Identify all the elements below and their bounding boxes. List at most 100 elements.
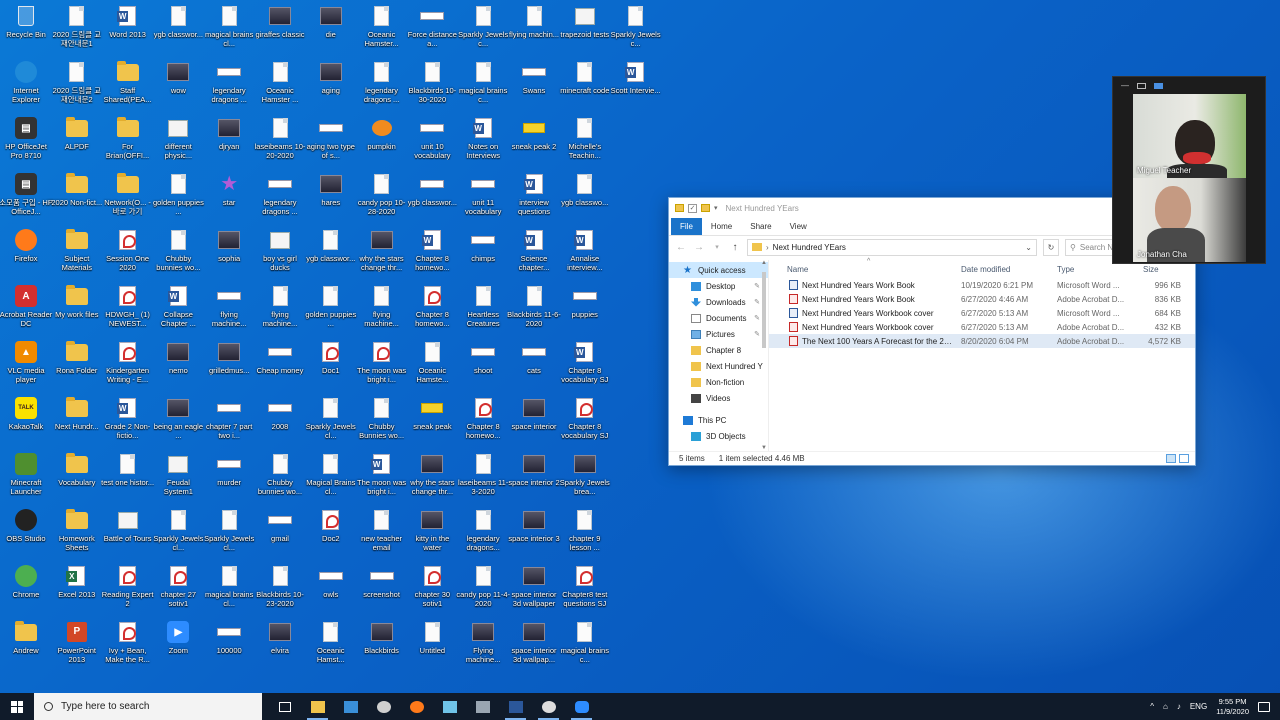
desktop-icon[interactable]: Chapter8 test questions SJ bbox=[559, 564, 611, 618]
column-size[interactable]: Size bbox=[1143, 265, 1159, 274]
nav-item-downloads[interactable]: Downloads ✎ bbox=[669, 294, 768, 310]
desktop-icon[interactable]: sneak peak 2 bbox=[508, 116, 560, 170]
column-date[interactable]: Date modified bbox=[961, 265, 1010, 274]
desktop-icon[interactable]: magical brains cl... bbox=[203, 4, 255, 58]
tab-file[interactable]: File bbox=[671, 218, 702, 235]
desktop-icon[interactable]: Notes on Interviews bbox=[457, 116, 509, 170]
desktop-icon[interactable]: laseibeams 10-20-2020 bbox=[254, 116, 306, 170]
desktop-icon[interactable]: ▶ Zoom bbox=[152, 620, 204, 674]
desktop-icon[interactable]: Rona Folder bbox=[51, 340, 103, 394]
address-bar[interactable]: › Next Hundred YEars ⌄ bbox=[747, 238, 1037, 256]
gallery-view-icon[interactable] bbox=[1154, 82, 1163, 89]
desktop-icon[interactable]: Grade 2 Non-fictio... bbox=[102, 396, 154, 450]
desktop-icon[interactable]: ▲ VLC media player bbox=[0, 340, 52, 394]
nav-item-quick-access[interactable]: ★ Quick access bbox=[669, 262, 768, 278]
desktop-icon[interactable]: HDWGH_ (1) NEWEST... bbox=[102, 284, 154, 338]
desktop-icon[interactable]: Oceanic Hamst... bbox=[305, 620, 357, 674]
desktop-icon[interactable]: different physic... bbox=[152, 116, 204, 170]
desktop-icon[interactable]: screenshot bbox=[356, 564, 408, 618]
desktop-icon[interactable]: minecraft code bbox=[559, 60, 611, 114]
participant-video-jonathan[interactable]: Jonathan Cha bbox=[1133, 178, 1246, 262]
desktop-icon[interactable]: A Acrobat Reader DC bbox=[0, 284, 52, 338]
desktop-icon[interactable]: Ivy + Bean, Make the R... bbox=[102, 620, 154, 674]
desktop-icon[interactable]: The moon was bright i... bbox=[356, 452, 408, 506]
file-row[interactable]: Next Hundred Years Workbook cover 6/27/20… bbox=[769, 320, 1195, 334]
desktop-icon[interactable]: candy pop 11-4-2020 bbox=[456, 564, 510, 618]
desktop-icon[interactable]: 2008 bbox=[254, 396, 306, 450]
desktop-icon[interactable]: Recycle Bin bbox=[0, 4, 52, 58]
desktop-icon[interactable]: test one histor... bbox=[101, 452, 154, 506]
desktop-icon[interactable]: TALK KakaoTalk bbox=[0, 396, 52, 450]
desktop-icon[interactable]: Swans bbox=[508, 60, 560, 114]
desktop-icon[interactable]: Subject Materials bbox=[51, 228, 103, 282]
desktop-icon[interactable]: Homework Sheets bbox=[51, 508, 103, 562]
desktop-icon[interactable]: Staff Shared(PEA... bbox=[102, 60, 154, 114]
desktop-icon[interactable]: interview questions bbox=[508, 172, 560, 226]
desktop-icon[interactable]: Michelle's Teachin... bbox=[559, 116, 611, 170]
desktop-icon[interactable]: 100000 bbox=[203, 620, 255, 674]
nav-item-documents[interactable]: Documents ✎ bbox=[669, 310, 768, 326]
desktop-icon[interactable]: Battle of Tours bbox=[102, 508, 154, 562]
checkbox-icon[interactable]: ✓ bbox=[688, 203, 697, 213]
desktop-icon[interactable]: space interior 2 bbox=[508, 452, 560, 506]
desktop-icon[interactable]: ygb classwor... bbox=[406, 172, 458, 226]
desktop-icon[interactable]: golden puppies ... bbox=[152, 172, 204, 226]
scroll-up-icon[interactable]: ▲ bbox=[760, 260, 768, 266]
desktop-icon[interactable]: Flying machine... bbox=[457, 620, 509, 674]
file-row[interactable]: The Next 100 Years A Forecast for the 21… bbox=[769, 334, 1195, 348]
taskbar-app-firefox[interactable] bbox=[400, 693, 433, 720]
desktop-icon[interactable]: flying machin... bbox=[508, 4, 560, 58]
desktop-icon[interactable]: legendary dragons... bbox=[457, 508, 509, 562]
volume-icon[interactable]: ♪ bbox=[1177, 702, 1181, 711]
chevron-up-icon[interactable]: ^ bbox=[1150, 702, 1154, 711]
file-row[interactable]: Next Hundred Years Work Book 10/19/2020 6… bbox=[769, 278, 1195, 292]
desktop-icon[interactable]: ▤ 소모품 구입 - HP OfficeJ... bbox=[0, 172, 53, 226]
desktop-icon[interactable]: Science chapter... bbox=[508, 228, 560, 282]
desktop-icon[interactable]: Minecraft Launcher bbox=[0, 452, 52, 506]
chevron-right-icon[interactable]: › bbox=[766, 243, 769, 252]
desktop-icon[interactable]: pumpkin bbox=[356, 116, 408, 170]
taskbar-app-notes-app[interactable] bbox=[433, 693, 466, 720]
desktop-icon[interactable]: Sparkly Jewels cl... bbox=[305, 396, 357, 450]
desktop-icon[interactable]: Chapter 8 homewo... bbox=[406, 228, 458, 282]
nav-item-pictures[interactable]: Pictures ✎ bbox=[669, 326, 768, 342]
zoom-video-panel[interactable]: — Miguel Teacher Jonathan Cha bbox=[1112, 76, 1266, 264]
language-indicator[interactable]: ENG bbox=[1190, 702, 1207, 711]
refresh-icon[interactable]: ↻ bbox=[1043, 238, 1059, 256]
desktop-icon[interactable]: die bbox=[305, 4, 357, 58]
desktop-icon[interactable]: magical brains c... bbox=[457, 60, 509, 114]
desktop-icon[interactable]: Blackbirds 10-23-2020 bbox=[254, 564, 306, 618]
desktop-icon[interactable]: flying machine... bbox=[356, 284, 408, 338]
taskbar-app-browser-app[interactable] bbox=[367, 693, 400, 720]
desktop-icon[interactable]: Chapter 8 vocabulary SJ bbox=[559, 396, 611, 450]
desktop-icon[interactable]: Chubby Bunnies wo... bbox=[356, 396, 408, 450]
desktop-icon[interactable]: Annalise interview... bbox=[559, 228, 611, 282]
taskbar-search[interactable]: Type here to search bbox=[34, 693, 262, 720]
desktop-icon[interactable]: Excel 2013 bbox=[51, 564, 103, 618]
desktop-icon[interactable]: space interior 3d wallpaper bbox=[508, 564, 560, 618]
desktop-icon[interactable]: Next Hundr... bbox=[51, 396, 103, 450]
desktop-icon[interactable]: Blackbirds 11-6-2020 bbox=[507, 284, 561, 338]
desktop-icon[interactable]: why the stars change thr... bbox=[406, 452, 458, 506]
desktop-icon[interactable]: chapter 7 part two i... bbox=[203, 396, 255, 450]
desktop-icon[interactable]: legendary dragons ... bbox=[356, 60, 408, 114]
taskbar-app-task-view[interactable] bbox=[268, 693, 301, 720]
desktop-icon[interactable]: chimps bbox=[457, 228, 509, 282]
nav-item-this-pc[interactable]: This PC bbox=[669, 412, 768, 428]
taskbar-app-word[interactable] bbox=[499, 693, 532, 720]
desktop-icon[interactable]: Oceanic Hamste... bbox=[406, 340, 458, 394]
desktop-icon[interactable]: flying machine... bbox=[254, 284, 306, 338]
taskbar-app-obs[interactable] bbox=[532, 693, 565, 720]
taskbar-app-media-app[interactable] bbox=[334, 693, 367, 720]
desktop-icon[interactable]: Network(O... - 바로 가기 bbox=[102, 172, 154, 226]
desktop-icon[interactable]: murder bbox=[203, 452, 255, 506]
details-view-icon[interactable] bbox=[1166, 454, 1176, 463]
desktop-icon[interactable]: Firefox bbox=[0, 228, 52, 282]
desktop-icon[interactable]: 2020 드림클 교재안내문1 bbox=[51, 4, 103, 58]
desktop-icon[interactable]: elvira bbox=[254, 620, 306, 674]
desktop-icon[interactable]: laseibeams 11-3-2020 bbox=[457, 452, 509, 506]
desktop-icon[interactable]: boy vs girl ducks bbox=[254, 228, 306, 282]
desktop-icon[interactable]: kitty in the water bbox=[406, 508, 458, 562]
desktop-icon[interactable]: Collapse Chapter ... bbox=[152, 284, 204, 338]
chevron-down-icon[interactable]: ▾ bbox=[714, 204, 718, 212]
